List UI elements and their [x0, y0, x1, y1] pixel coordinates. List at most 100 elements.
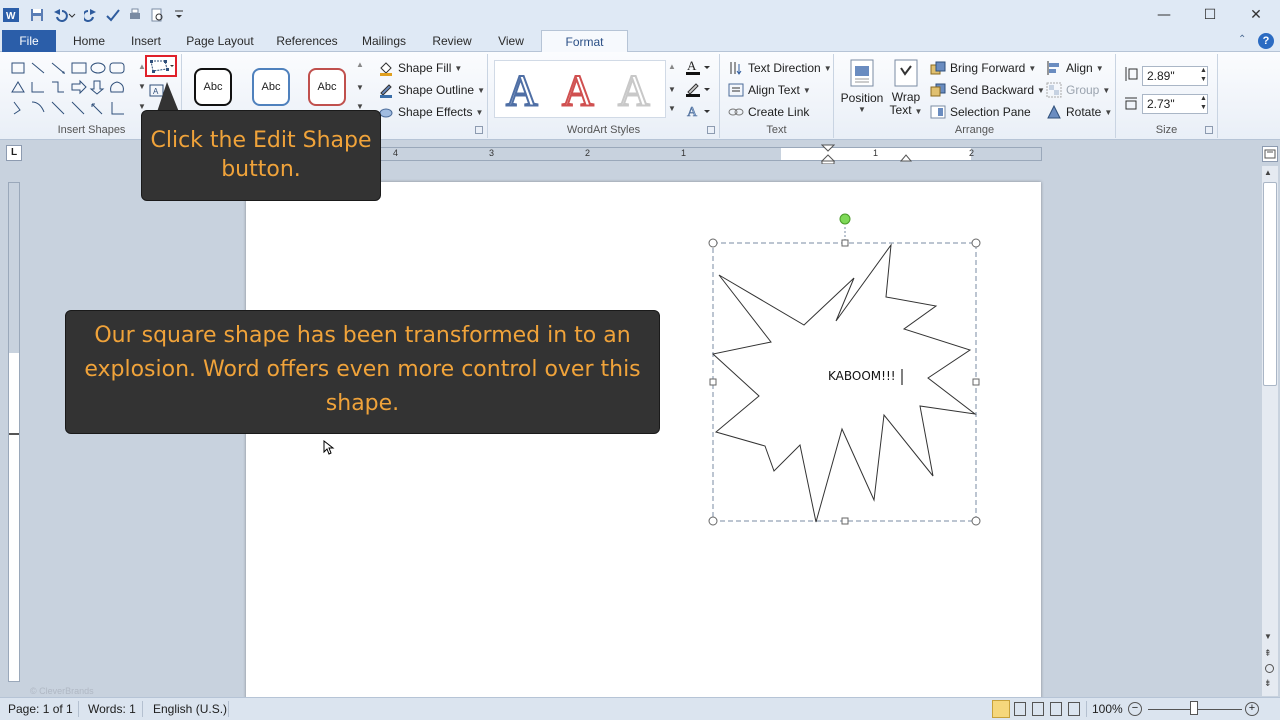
size-launcher[interactable] — [1205, 126, 1213, 134]
shape-effects-button[interactable]: Shape Effects ▼ — [378, 102, 483, 122]
ruler-strip[interactable]: 4 3 2 1 1 2 — [350, 147, 1042, 161]
create-link-button[interactable]: Create Link — [728, 102, 809, 122]
wordart-up-icon[interactable]: ▲ — [668, 62, 680, 71]
view-ruler-button[interactable] — [1262, 146, 1278, 162]
gallery-down-icon[interactable]: ▼ — [138, 82, 146, 91]
print-layout-view-icon[interactable] — [992, 700, 1010, 718]
resize-handle[interactable] — [708, 516, 718, 526]
align-button[interactable]: Align ▼ — [1046, 58, 1104, 78]
word-icon[interactable]: W — [2, 6, 20, 24]
undo-icon[interactable] — [50, 6, 78, 24]
tab-insert[interactable]: Insert — [122, 30, 170, 52]
spelling-icon[interactable] — [104, 6, 122, 24]
print-preview-icon[interactable] — [148, 6, 166, 24]
shape-width-field[interactable]: 2.73" — [1142, 94, 1208, 114]
resize-handle[interactable] — [972, 378, 980, 386]
tab-mailings[interactable]: Mailings — [352, 30, 416, 52]
explosion-shape[interactable] — [711, 243, 977, 523]
next-page-icon[interactable]: ⇟ — [1264, 678, 1272, 689]
wordart-more-icon[interactable]: ▼ — [668, 104, 680, 113]
browse-object-icon[interactable] — [1265, 664, 1274, 673]
outline-view-icon[interactable] — [1050, 702, 1062, 716]
scroll-down-icon[interactable]: ▼ — [1264, 632, 1272, 641]
styles-down-icon[interactable]: ▼ — [356, 83, 370, 92]
close-button[interactable]: ✕ — [1242, 4, 1270, 26]
shape-fill-button[interactable]: Shape Fill ▼ — [378, 58, 462, 78]
wordart-launcher[interactable] — [707, 126, 715, 134]
width-spinner[interactable]: ▲ ▼ — [1200, 94, 1207, 112]
minimize-button[interactable]: — — [1150, 4, 1178, 26]
tab-view[interactable]: View — [488, 30, 534, 52]
shape-outline-button[interactable]: Shape Outline ▼ — [378, 80, 485, 100]
resize-handle[interactable] — [971, 238, 981, 248]
previous-page-icon[interactable]: ⇞ — [1264, 648, 1272, 659]
tab-review[interactable]: Review — [424, 30, 480, 52]
bring-forward-button[interactable]: Bring Forward ▼ — [930, 58, 1036, 78]
shape-height-field[interactable]: 2.89" — [1142, 66, 1208, 86]
tab-references[interactable]: References — [270, 30, 344, 52]
text-effects-button[interactable]: A — [686, 102, 710, 120]
shape-styles-launcher[interactable] — [475, 126, 483, 134]
wordart-blue[interactable]: A — [505, 67, 539, 115]
resize-handle[interactable] — [971, 516, 981, 526]
shapes-gallery[interactable]: ▲ ▼ ▼ — [10, 60, 146, 116]
tab-file[interactable]: File — [2, 30, 56, 52]
zoom-in-icon[interactable]: + — [1245, 702, 1259, 716]
text-direction-button[interactable]: Text Direction ▼ — [728, 58, 832, 78]
wordart-scroll[interactable]: ▲ ▼ ▼ — [668, 60, 680, 120]
zoom-out-icon[interactable]: − — [1128, 702, 1142, 716]
language-status[interactable]: English (U.S.) — [153, 702, 227, 716]
tab-selector-button[interactable]: L — [6, 145, 22, 161]
rotate-button[interactable]: Rotate ▼ — [1046, 102, 1112, 122]
wordart-down-icon[interactable]: ▼ — [668, 85, 680, 94]
resize-handle[interactable] — [841, 239, 849, 247]
redo-icon[interactable] — [82, 6, 100, 24]
full-screen-reading-icon[interactable] — [1014, 702, 1026, 716]
styles-up-icon[interactable]: ▲ — [356, 60, 370, 69]
save-icon[interactable] — [28, 6, 46, 24]
draft-view-icon[interactable] — [1068, 702, 1080, 716]
tab-page-layout[interactable]: Page Layout — [180, 30, 260, 52]
align-text-button[interactable]: Align Text ▼ — [728, 80, 811, 100]
selection-pane-button[interactable]: Selection Pane — [930, 102, 1031, 122]
tab-format[interactable]: Format — [541, 30, 628, 53]
web-layout-icon[interactable] — [1032, 702, 1044, 716]
page-count-status[interactable]: Page: 1 of 1 — [8, 702, 73, 716]
group-button[interactable]: Group ▼ — [1046, 80, 1110, 100]
send-backward-button[interactable]: Send Backward ▼ — [930, 80, 1045, 100]
zoom-slider-thumb[interactable] — [1190, 701, 1198, 715]
shape-style-thumb-black[interactable]: Abc — [194, 68, 232, 106]
scroll-up-icon[interactable]: ▲ — [1264, 168, 1272, 177]
wordart-red[interactable]: A — [561, 67, 595, 115]
scroll-thumb[interactable] — [1263, 182, 1277, 386]
collapse-ribbon-icon[interactable]: ⌃ — [1238, 34, 1246, 45]
document-page[interactable]: KABOOM!!! — [246, 182, 1041, 702]
resize-handle[interactable] — [841, 517, 849, 525]
restore-button[interactable]: ☐ — [1196, 4, 1224, 26]
help-icon[interactable]: ? — [1258, 33, 1274, 49]
shape-styles-scroll[interactable]: ▲ ▼ ▼ — [356, 58, 370, 118]
text-fill-button[interactable]: A — [686, 58, 710, 76]
customize-icon[interactable] — [172, 6, 186, 24]
edit-shape-button[interactable] — [145, 55, 177, 77]
text-outline-button[interactable] — [686, 80, 710, 98]
shape-text[interactable]: KABOOM!!! — [828, 369, 896, 383]
rotate-handle[interactable] — [839, 213, 851, 225]
shape-style-thumb-blue[interactable]: Abc — [252, 68, 290, 106]
wrap-text-button[interactable]: Wrap Text ▼ — [888, 58, 924, 120]
wordart-gray[interactable]: A — [617, 67, 651, 115]
wrap-text-icon — [894, 59, 918, 87]
resize-handle[interactable] — [709, 378, 717, 386]
resize-handle[interactable] — [708, 238, 718, 248]
quick-print-icon[interactable] — [126, 6, 144, 24]
indent-marker-icon[interactable] — [820, 144, 836, 167]
vertical-scrollbar[interactable]: ▲ ▼ ⇞ ⇟ — [1262, 166, 1278, 696]
word-count-status[interactable]: Words: 1 — [88, 702, 136, 716]
shape-style-thumb-red[interactable]: Abc — [308, 68, 346, 106]
right-indent-icon[interactable] — [899, 151, 913, 165]
zoom-level[interactable]: 100% — [1092, 702, 1123, 716]
tab-home[interactable]: Home — [64, 30, 114, 52]
height-spinner[interactable]: ▲ ▼ — [1200, 66, 1207, 84]
position-button[interactable]: Position ▼ — [840, 58, 884, 120]
vertical-ruler-strip[interactable] — [8, 182, 20, 682]
